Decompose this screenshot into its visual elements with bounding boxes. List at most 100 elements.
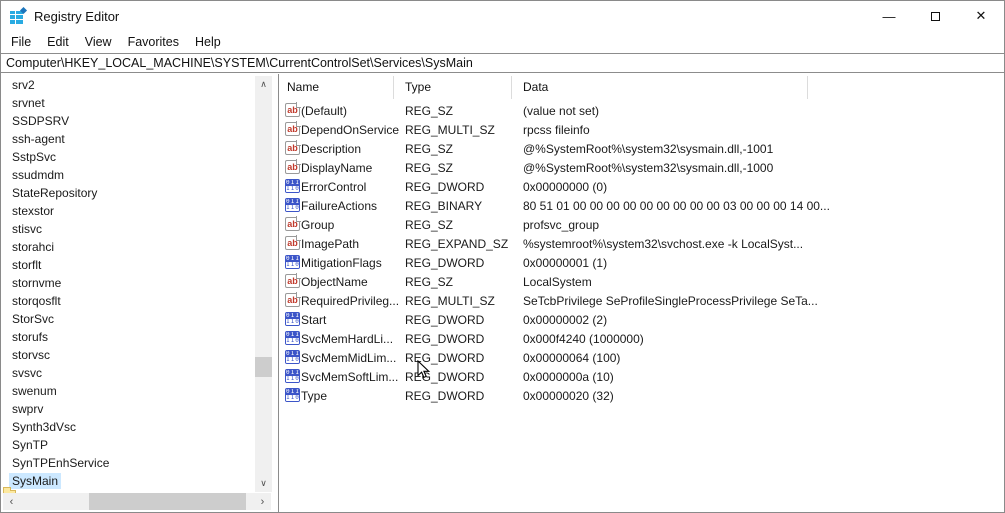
tree-vscroll-thumb[interactable] bbox=[255, 357, 272, 377]
binary-value-icon: 011 110 bbox=[285, 312, 300, 326]
close-button[interactable]: ✕ bbox=[958, 1, 1004, 31]
menu-item-favorites[interactable]: Favorites bbox=[120, 33, 187, 51]
registry-value-row[interactable]: ab Group REG_SZ profsvc_group bbox=[279, 215, 1004, 234]
value-type: REG_SZ bbox=[405, 160, 454, 175]
tree-item-srvnet[interactable]: srvnet bbox=[1, 94, 254, 112]
registry-value-row[interactable]: 011 110 ErrorControl REG_DWORD 0x00000000 (0… bbox=[279, 177, 1004, 196]
tree-item-sysmain[interactable]: SysMain bbox=[1, 472, 254, 490]
value-type: REG_SZ bbox=[405, 274, 454, 289]
string-value-icon: ab bbox=[285, 159, 301, 174]
value-type: REG_DWORD bbox=[405, 255, 485, 270]
value-data: profsvc_group bbox=[523, 217, 600, 232]
column-header-type[interactable]: Type bbox=[405, 74, 431, 100]
tree-item-label: SysMain bbox=[9, 473, 62, 489]
menu-bar: File Edit View Favorites Help bbox=[1, 31, 1004, 53]
registry-value-row[interactable]: 011 110 FailureActions REG_BINARY 80 51 01 0… bbox=[279, 196, 1004, 215]
tree-vertical-scrollbar[interactable]: ∧ ∨ bbox=[255, 76, 272, 492]
tree-item-label: storufs bbox=[12, 330, 49, 344]
value-type: REG_BINARY bbox=[405, 198, 483, 213]
tree-item-storsvc[interactable]: StorSvc bbox=[1, 310, 254, 328]
column-header-data[interactable]: Data bbox=[523, 74, 548, 100]
value-type: REG_EXPAND_SZ bbox=[405, 236, 509, 251]
tree-item-label: srv2 bbox=[12, 78, 35, 92]
tree-item-staterepository[interactable]: StateRepository bbox=[1, 184, 254, 202]
value-name: Group bbox=[301, 217, 335, 232]
tree-item-srv2[interactable]: srv2 bbox=[1, 76, 254, 94]
registry-value-row[interactable]: 011 110 SvcMemSoftLim... REG_DWORD 0x0000000… bbox=[279, 367, 1004, 386]
tree-item-storahci[interactable]: storahci bbox=[1, 238, 254, 256]
menu-item-help[interactable]: Help bbox=[187, 33, 229, 51]
tree-item-storqosflt[interactable]: storqosflt bbox=[1, 292, 254, 310]
tree-item-label: swprv bbox=[12, 402, 44, 416]
registry-value-row[interactable]: ab Description REG_SZ @%SystemRoot%\system3… bbox=[279, 139, 1004, 158]
registry-value-row[interactable]: 011 110 Type REG_DWORD 0x00000020 (32) bbox=[279, 386, 1004, 405]
scroll-right-icon[interactable]: › bbox=[254, 493, 271, 510]
tree-item-svsvc[interactable]: svsvc bbox=[1, 364, 254, 382]
tree-item-syntp[interactable]: SynTP bbox=[1, 436, 254, 454]
tree-horizontal-scrollbar[interactable]: ‹ › bbox=[3, 493, 271, 510]
value-name: RequiredPrivileg... bbox=[301, 293, 400, 308]
value-name: Type bbox=[301, 388, 328, 403]
tree-item-label: SSDPSRV bbox=[12, 114, 70, 128]
value-data: SeTcbPrivilege SeProfileSingleProcessPri… bbox=[523, 293, 818, 308]
scroll-up-icon[interactable]: ∧ bbox=[255, 76, 272, 93]
tree-item-stornvme[interactable]: stornvme bbox=[1, 274, 254, 292]
string-value-icon: ab bbox=[285, 273, 301, 288]
tree-item-swenum[interactable]: swenum bbox=[1, 382, 254, 400]
tree-item-label: stexstor bbox=[12, 204, 55, 218]
tree-item-label: SynTPEnhService bbox=[12, 456, 110, 470]
value-type: REG_SZ bbox=[405, 103, 454, 118]
tree-item-label: storflt bbox=[12, 258, 42, 272]
column-separator[interactable] bbox=[393, 76, 394, 99]
registry-value-row[interactable]: ab ImagePath REG_EXPAND_SZ %systemroot%\sys… bbox=[279, 234, 1004, 253]
tree-hscroll-thumb[interactable] bbox=[89, 493, 246, 510]
registry-value-row[interactable]: ab DisplayName REG_SZ @%SystemRoot%\system3… bbox=[279, 158, 1004, 177]
tree-item-stexstor[interactable]: stexstor bbox=[1, 202, 254, 220]
value-type: REG_DWORD bbox=[405, 331, 485, 346]
registry-value-row[interactable]: 011 110 MitigationFlags REG_DWORD 0x00000001… bbox=[279, 253, 1004, 272]
registry-value-row[interactable]: ab (Default) REG_SZ (value not set) bbox=[279, 101, 1004, 120]
minimize-button[interactable]: — bbox=[866, 1, 912, 31]
value-data: @%SystemRoot%\system32\sysmain.dll,-1000 bbox=[523, 160, 774, 175]
string-value-icon: ab bbox=[285, 121, 301, 136]
value-name: Description bbox=[301, 141, 362, 156]
value-name: ErrorControl bbox=[301, 179, 367, 194]
column-separator[interactable] bbox=[807, 76, 808, 99]
tree-item-ssudmdm[interactable]: ssudmdm bbox=[1, 166, 254, 184]
value-name: SvcMemHardLi... bbox=[301, 331, 394, 346]
scroll-down-icon[interactable]: ∨ bbox=[255, 475, 272, 492]
value-data: (value not set) bbox=[523, 103, 600, 118]
registry-value-row[interactable]: 011 110 SvcMemHardLi... REG_DWORD 0x000f4240… bbox=[279, 329, 1004, 348]
tree-item-synth3dvsc[interactable]: Synth3dVsc bbox=[1, 418, 254, 436]
tree-item-ssh-agent[interactable]: ssh-agent bbox=[1, 130, 254, 148]
tree-item-storvsc[interactable]: storvsc bbox=[1, 346, 254, 364]
registry-value-row[interactable]: 011 110 Start REG_DWORD 0x00000002 (2) bbox=[279, 310, 1004, 329]
tree-item-stisvc[interactable]: stisvc bbox=[1, 220, 254, 238]
column-separator[interactable] bbox=[511, 76, 512, 99]
tree-item-storflt[interactable]: storflt bbox=[1, 256, 254, 274]
value-data: 0x00000064 (100) bbox=[523, 350, 621, 365]
menu-item-edit[interactable]: Edit bbox=[39, 33, 77, 51]
registry-value-row[interactable]: ab DependOnService REG_MULTI_SZ rpcss filei… bbox=[279, 120, 1004, 139]
menu-item-file[interactable]: File bbox=[3, 33, 39, 51]
string-value-icon: ab bbox=[285, 216, 301, 231]
menu-item-view[interactable]: View bbox=[77, 33, 120, 51]
tree-item-swprv[interactable]: swprv bbox=[1, 400, 254, 418]
column-header-name[interactable]: Name bbox=[287, 74, 319, 100]
binary-value-icon: 011 110 bbox=[285, 198, 300, 212]
registry-value-row[interactable]: ab RequiredPrivileg... REG_MULTI_SZ SeTcbPr… bbox=[279, 291, 1004, 310]
maximize-button[interactable] bbox=[912, 1, 958, 31]
tree-item-ssdpsrv[interactable]: SSDPSRV bbox=[1, 112, 254, 130]
tree-item-syntpenhservice[interactable]: SynTPEnhService bbox=[1, 454, 254, 472]
binary-value-icon: 011 110 bbox=[285, 350, 300, 364]
value-data: 0x00000000 (0) bbox=[523, 179, 608, 194]
value-type: REG_MULTI_SZ bbox=[405, 293, 495, 308]
value-name: FailureActions bbox=[301, 198, 378, 213]
tree-item-storufs[interactable]: storufs bbox=[1, 328, 254, 346]
tree-item-sstpsvc[interactable]: SstpSvc bbox=[1, 148, 254, 166]
scroll-left-icon[interactable]: ‹ bbox=[3, 493, 20, 510]
registry-value-row[interactable]: ab ObjectName REG_SZ LocalSystem bbox=[279, 272, 1004, 291]
value-type: REG_DWORD bbox=[405, 312, 485, 327]
registry-value-row[interactable]: 011 110 SvcMemMidLim... REG_DWORD 0x00000064… bbox=[279, 348, 1004, 367]
address-input[interactable] bbox=[1, 54, 1004, 72]
